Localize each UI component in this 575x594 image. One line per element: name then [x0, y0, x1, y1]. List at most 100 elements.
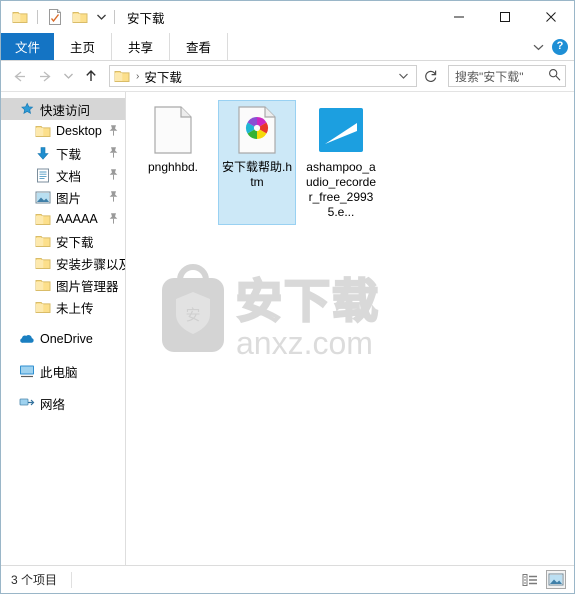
- svg-text:anxz.com: anxz.com: [236, 325, 373, 361]
- details-view-button[interactable]: [520, 570, 540, 589]
- search-placeholder: 搜索"安下载": [455, 69, 524, 84]
- chevron-down-icon[interactable]: [533, 40, 544, 54]
- status-separator: [71, 571, 73, 588]
- ribbon-right-controls: ?: [533, 33, 568, 60]
- folder-icon: [35, 255, 51, 271]
- folder-icon: [35, 211, 51, 227]
- network-icon: [19, 395, 35, 411]
- recent-locations-button[interactable]: [59, 64, 77, 88]
- file-item-anxiazai-help-htm[interactable]: 安下载帮助.htm: [218, 100, 296, 225]
- ribbon-tab-bar: 文件 主页 共享 查看 ?: [1, 33, 574, 61]
- tab-file[interactable]: 文件: [1, 33, 55, 60]
- forward-button[interactable]: [33, 64, 57, 88]
- sidebar-item-anxiazai[interactable]: 安下载: [1, 230, 125, 252]
- sidebar-item-downloads[interactable]: 下载: [1, 142, 125, 164]
- sidebar-item-label: AAAAA: [56, 212, 98, 226]
- sidebar-gap-3: [1, 382, 125, 392]
- refresh-button[interactable]: [420, 65, 442, 87]
- sidebar-item-documents[interactable]: 文档: [1, 164, 125, 186]
- item-count-label: 3 个项目: [11, 573, 58, 587]
- navigation-pane[interactable]: 快速访问 Desktop 下载 文档 图片 AAAAA 安下载 安装步骤以及 图…: [1, 92, 126, 565]
- up-button[interactable]: [79, 64, 103, 88]
- pin-icon[interactable]: [108, 146, 119, 162]
- sidebar-item-quick-access[interactable]: 快速访问: [1, 98, 125, 120]
- sidebar-item-onedrive[interactable]: OneDrive: [1, 328, 125, 350]
- breadcrumb-path[interactable]: 安下载: [144, 67, 182, 86]
- breadcrumb-separator: ›: [136, 70, 140, 82]
- pin-icon[interactable]: [108, 190, 119, 206]
- sidebar-item-label: 未上传: [56, 301, 94, 316]
- sidebar-item-network[interactable]: 网络: [1, 392, 125, 414]
- tab-view[interactable]: 查看: [170, 33, 229, 60]
- watermark: 安 安下载 anxz.com: [144, 262, 404, 367]
- sidebar-gap-2: [1, 350, 125, 360]
- sidebar-item-picture-manager[interactable]: 图片管理器: [1, 274, 125, 296]
- folder-icon: [35, 123, 51, 139]
- file-item-ashampoo-audio-recorder[interactable]: ashampoo_audio_recorder_free_29935.e...: [302, 100, 380, 225]
- view-mode-buttons: [520, 570, 566, 589]
- search-input[interactable]: 搜索"安下载": [448, 65, 566, 87]
- minimize-button[interactable]: [436, 1, 482, 32]
- search-icon[interactable]: [548, 68, 561, 84]
- quick-access-toolbar: 安下载: [1, 6, 165, 28]
- sidebar-item-label: 文档: [56, 169, 82, 184]
- folder-properties-icon[interactable]: [44, 6, 66, 28]
- pin-icon[interactable]: [108, 212, 119, 228]
- customize-qat-caret-icon[interactable]: [94, 7, 108, 27]
- sidebar-item-desktop[interactable]: Desktop: [1, 120, 125, 142]
- tab-share[interactable]: 共享: [112, 33, 171, 60]
- address-bar: › 安下载 搜索"安下载": [1, 61, 574, 91]
- sidebar-item-label: 下载: [56, 147, 82, 162]
- explorer-body: 快速访问 Desktop 下载 文档 图片 AAAAA 安下载 安装步骤以及 图…: [1, 91, 574, 565]
- folder-icon: [35, 277, 51, 293]
- back-button[interactable]: [7, 64, 31, 88]
- onedrive-cloud-icon: [19, 331, 35, 347]
- blank-document-icon: [148, 105, 198, 155]
- pin-icon[interactable]: [108, 168, 119, 184]
- close-button[interactable]: [528, 1, 574, 32]
- file-item-label: ashampoo_audio_recorder_free_29935.e...: [305, 160, 377, 219]
- file-item-label: pnghhbd.: [147, 160, 199, 174]
- new-folder-icon[interactable]: [69, 6, 91, 28]
- folder-icon: [35, 233, 51, 249]
- breadcrumb[interactable]: › 安下载: [109, 65, 417, 87]
- file-explorer-window: 安下载 文件 主页 共享 查看 ? › 安下载 搜索"安下载" 快速访问 Des…: [0, 0, 575, 594]
- sidebar-item-label: 此电脑: [40, 365, 78, 380]
- this-pc-icon: [19, 363, 35, 379]
- folder-icon: [9, 6, 31, 28]
- sidebar-item-label: 安下载: [56, 235, 94, 250]
- sidebar-item-pictures[interactable]: 图片: [1, 186, 125, 208]
- svg-text:安下载: 安下载: [236, 274, 380, 328]
- sidebar-item-label: 图片: [56, 191, 82, 206]
- watermark-logo: 安: [162, 264, 224, 352]
- sidebar-item-label: 安装步骤以及: [56, 257, 125, 272]
- tab-home[interactable]: 主页: [54, 33, 113, 60]
- sidebar-item-label: 图片管理器: [56, 279, 119, 294]
- breadcrumb-chevron-down-icon[interactable]: [395, 73, 412, 79]
- sidebar-item-install-steps[interactable]: 安装步骤以及: [1, 252, 125, 274]
- file-item-label: 安下载帮助.htm: [221, 160, 292, 189]
- file-item-pnghhbd[interactable]: pnghhbd.: [134, 100, 212, 225]
- title-bar: 安下载: [1, 1, 574, 33]
- sidebar-item-label: Desktop: [56, 124, 102, 138]
- sidebar-item-label: OneDrive: [40, 332, 93, 346]
- window-controls: [436, 1, 574, 32]
- maximize-button[interactable]: [482, 1, 528, 32]
- sidebar-item-this-pc[interactable]: 此电脑: [1, 360, 125, 382]
- ashampoo-exe-icon: [316, 105, 366, 155]
- download-arrow-icon: [35, 145, 51, 161]
- pin-icon[interactable]: [108, 124, 119, 140]
- large-icons-view-button[interactable]: [546, 570, 566, 589]
- svg-text:安: 安: [185, 306, 200, 324]
- qat-separator-2: [114, 10, 115, 24]
- help-icon[interactable]: ?: [552, 38, 568, 55]
- pictures-icon: [35, 189, 51, 205]
- html-pinwheel-icon: [232, 105, 282, 155]
- file-list-pane[interactable]: pnghhbd. 安下载帮助.htm ashampoo_audio_record…: [126, 92, 574, 565]
- sidebar-item-not-uploaded[interactable]: 未上传: [1, 296, 125, 318]
- sidebar-item-label: 快速访问: [40, 103, 91, 118]
- star-pin-icon: [19, 101, 35, 117]
- status-bar: 3 个项目: [1, 565, 574, 593]
- sidebar-item-aaaaa[interactable]: AAAAA: [1, 208, 125, 230]
- window-title: 安下载: [127, 11, 165, 26]
